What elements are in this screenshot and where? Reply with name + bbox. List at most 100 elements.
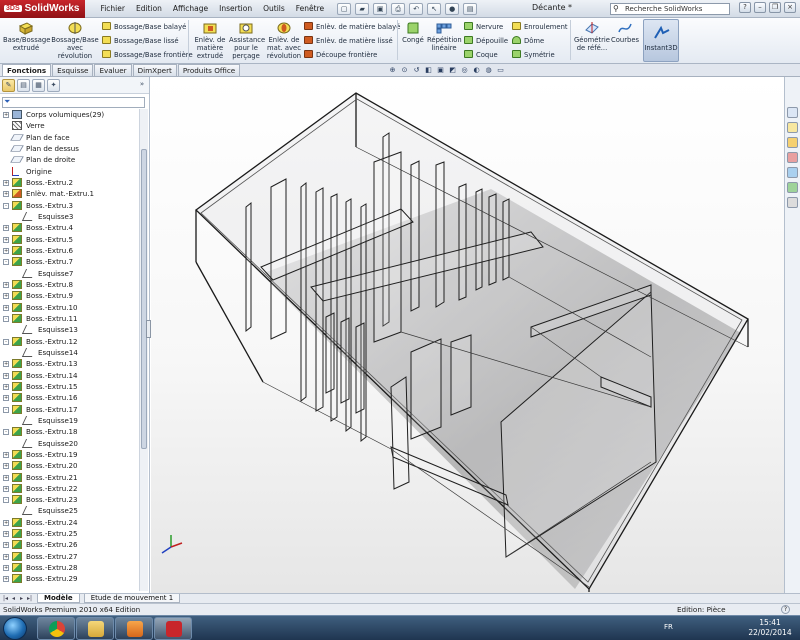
design-library-icon[interactable] xyxy=(787,122,798,133)
tree-item[interactable]: Esquisse13 xyxy=(0,324,138,335)
expand-icon[interactable]: + xyxy=(3,565,9,572)
open-folder-icon[interactable]: ▰ xyxy=(355,2,370,15)
save-icon[interactable]: ▣ xyxy=(373,2,388,15)
tree-item[interactable]: + Boss.-Extru.20 xyxy=(0,460,138,471)
tree-item[interactable]: Plan de face xyxy=(0,132,138,143)
expand-icon[interactable]: + xyxy=(3,531,9,538)
tree-item[interactable]: + Boss.-Extru.5 xyxy=(0,234,138,245)
tree-item[interactable]: Plan de droite xyxy=(0,154,138,165)
previous-view-icon[interactable]: ↺ xyxy=(412,66,421,75)
prev-tab-icon[interactable]: ◂ xyxy=(10,595,17,603)
tree-item[interactable]: + Boss.-Extru.2 xyxy=(0,177,138,188)
boundary-cut-button[interactable]: Découpe frontière xyxy=(304,50,377,60)
chrome-taskbar-button[interactable] xyxy=(37,617,75,640)
appearances-icon[interactable] xyxy=(787,182,798,193)
section-view-icon[interactable]: ◧ xyxy=(424,66,433,75)
expand-icon[interactable]: + xyxy=(3,225,9,232)
collapse-icon[interactable]: - xyxy=(3,497,9,504)
solidworks-taskbar-button[interactable] xyxy=(154,617,192,640)
expand-icon[interactable]: + xyxy=(3,112,9,118)
file-explorer-icon[interactable] xyxy=(787,137,798,148)
mirror-button[interactable]: Symétrie xyxy=(512,50,555,60)
instant3d-button[interactable]: Instant3D xyxy=(643,19,679,62)
configuration-manager-tab-icon[interactable]: ▦ xyxy=(32,78,45,92)
tree-item[interactable]: + Boss.-Extru.19 xyxy=(0,449,138,460)
undo-icon[interactable]: ↶ xyxy=(409,2,424,15)
expand-icon[interactable]: + xyxy=(3,372,9,379)
tree-item[interactable]: + Boss.-Extru.15 xyxy=(0,381,138,392)
hide-show-items-icon[interactable]: ◎ xyxy=(460,66,469,75)
tree-item[interactable]: Esquisse14 xyxy=(0,347,138,358)
tree-item[interactable]: - Boss.-Extru.3 xyxy=(0,200,138,211)
tree-item[interactable]: - Boss.-Extru.12 xyxy=(0,336,138,347)
language-indicator[interactable]: FR xyxy=(664,623,673,631)
apply-scene-icon[interactable]: ◍ xyxy=(484,66,493,75)
expand-icon[interactable]: + xyxy=(3,179,9,186)
custom-properties-icon[interactable] xyxy=(787,197,798,208)
dome-button[interactable]: Dôme xyxy=(512,36,544,46)
tab-motion-study[interactable]: Etude de mouvement 1 xyxy=(83,594,181,603)
expand-icon[interactable]: + xyxy=(3,451,9,458)
tree-item[interactable]: + Boss.-Extru.16 xyxy=(0,392,138,403)
expand-icon[interactable]: + xyxy=(3,236,9,243)
revolved-cut-button[interactable]: Enlèv. de mat. avec révolution xyxy=(265,21,303,60)
tree-item[interactable]: + Boss.-Extru.29 xyxy=(0,573,138,584)
expand-icon[interactable]: + xyxy=(3,485,9,492)
graphics-area[interactable] xyxy=(151,77,784,593)
extruded-cut-button[interactable]: Enlèv. de matière extrudé xyxy=(192,21,228,60)
fillet-button[interactable]: Congé xyxy=(400,21,426,44)
collapse-icon[interactable]: - xyxy=(3,338,9,345)
expand-icon[interactable]: + xyxy=(3,474,9,481)
rib-button[interactable]: Nervure xyxy=(464,22,503,32)
last-tab-icon[interactable]: ▸| xyxy=(26,595,33,603)
help-button[interactable]: ? xyxy=(739,2,751,13)
tree-item[interactable]: + Boss.-Extru.13 xyxy=(0,358,138,369)
expand-icon[interactable]: + xyxy=(3,191,9,198)
menu-item-5[interactable]: Fenêtre xyxy=(291,2,329,15)
tab-3[interactable]: DimXpert xyxy=(132,64,177,76)
view-settings-icon[interactable]: ▭ xyxy=(496,66,505,75)
minimize-button[interactable]: – xyxy=(754,2,766,13)
swept-boss-button[interactable]: Bossage/Base balayé xyxy=(102,22,186,32)
new-document-icon[interactable]: ▢ xyxy=(337,2,352,15)
menu-item-0[interactable]: Fichier xyxy=(95,2,130,15)
extruded-boss-button[interactable]: Base/Bossage extrudé xyxy=(3,21,50,52)
display-manager-tab-icon[interactable]: ✦ xyxy=(47,78,60,92)
menu-item-2[interactable]: Affichage xyxy=(168,2,213,15)
reference-geometry-button[interactable]: Géométrie de réfé... xyxy=(573,21,611,52)
tree-item[interactable]: - Boss.-Extru.23 xyxy=(0,494,138,505)
tree-filter-input[interactable]: ⏷ xyxy=(2,97,145,108)
tree-item[interactable]: + Boss.-Extru.6 xyxy=(0,245,138,256)
expand-icon[interactable]: + xyxy=(3,463,9,470)
boundary-boss-button[interactable]: Bossage/Base frontière xyxy=(102,50,193,60)
collapse-icon[interactable]: - xyxy=(3,315,9,322)
expand-icon[interactable]: + xyxy=(3,293,9,300)
swept-cut-button[interactable]: Enlèv. de matière balayé xyxy=(304,22,400,32)
tree-item[interactable]: + Boss.-Extru.27 xyxy=(0,551,138,562)
tree-item[interactable]: Esquisse25 xyxy=(0,505,138,516)
shell-button[interactable]: Coque xyxy=(464,50,498,60)
close-button[interactable]: × xyxy=(784,2,796,13)
hole-wizard-button[interactable]: Assistance pour le perçage xyxy=(229,21,265,60)
menu-item-3[interactable]: Insertion xyxy=(214,2,257,15)
view-palette-icon[interactable] xyxy=(787,167,798,178)
print-icon[interactable]: ⎙ xyxy=(391,2,406,15)
next-tab-icon[interactable]: ▸ xyxy=(18,595,25,603)
tree-scrollbar-thumb[interactable] xyxy=(141,149,147,449)
tree-item[interactable]: + Enlèv. mat.-Extru.1 xyxy=(0,188,138,199)
tree-item[interactable]: Esquisse7 xyxy=(0,268,138,279)
draft-button[interactable]: Dépouille xyxy=(464,36,508,46)
tab-1[interactable]: Esquisse xyxy=(52,64,94,76)
expand-icon[interactable]: + xyxy=(3,553,9,560)
tab-2[interactable]: Evaluer xyxy=(94,64,132,76)
solidworks-logo[interactable]: 3DS SolidWorks xyxy=(0,0,86,18)
tree-item[interactable]: Esquisse20 xyxy=(0,438,138,449)
tree-item[interactable]: Plan de dessus xyxy=(0,143,138,154)
tab-4[interactable]: Produits Office xyxy=(177,64,241,76)
tree-item[interactable]: + Boss.-Extru.8 xyxy=(0,279,138,290)
tree-item[interactable]: Esquisse3 xyxy=(0,211,138,222)
search-input[interactable]: ⚲ Recherche SolidWorks xyxy=(610,3,730,15)
expand-icon[interactable]: + xyxy=(3,383,9,390)
media-player-taskbar-button[interactable] xyxy=(115,617,153,640)
tree-scrollbar[interactable] xyxy=(139,109,148,591)
